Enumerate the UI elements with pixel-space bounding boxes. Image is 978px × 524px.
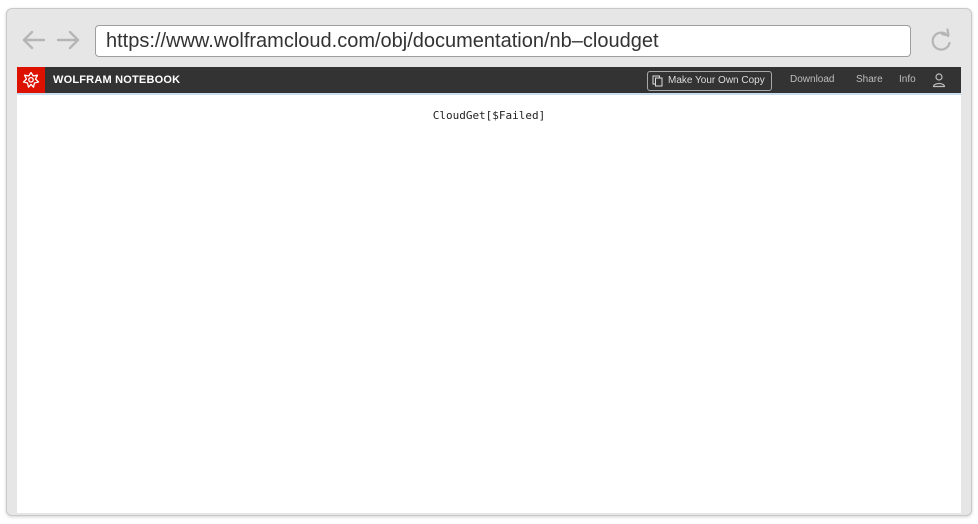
notebook-header: WOLFRAM NOTEBOOK Make Your Own Copy Down… [17,67,961,95]
reload-button[interactable] [927,27,955,55]
back-button[interactable] [19,25,49,55]
share-link[interactable]: Share [856,67,883,93]
user-icon [932,73,946,88]
wolfram-spikey-icon [22,71,40,88]
wolfram-logo[interactable] [17,67,45,93]
forward-button[interactable] [53,25,83,55]
browser-toolbar: https://www.wolframcloud.com/obj/documen… [7,9,971,67]
notebook-output-cell: CloudGet[$Failed] [432,109,546,122]
browser-window: https://www.wolframcloud.com/obj/documen… [6,8,972,516]
reload-icon [931,28,951,51]
page-viewport: WOLFRAM NOTEBOOK Make Your Own Copy Down… [17,67,961,513]
notebook-title: WOLFRAM NOTEBOOK [53,74,181,86]
user-button[interactable] [931,72,947,88]
make-copy-label: Make Your Own Copy [668,75,765,86]
arrow-right-icon [56,30,80,50]
make-copy-button[interactable]: Make Your Own Copy [647,71,772,91]
address-bar[interactable]: https://www.wolframcloud.com/obj/documen… [95,25,911,57]
arrow-left-icon [22,30,46,50]
download-link[interactable]: Download [790,67,834,93]
copy-icon [652,75,663,87]
info-link[interactable]: Info [899,67,916,93]
